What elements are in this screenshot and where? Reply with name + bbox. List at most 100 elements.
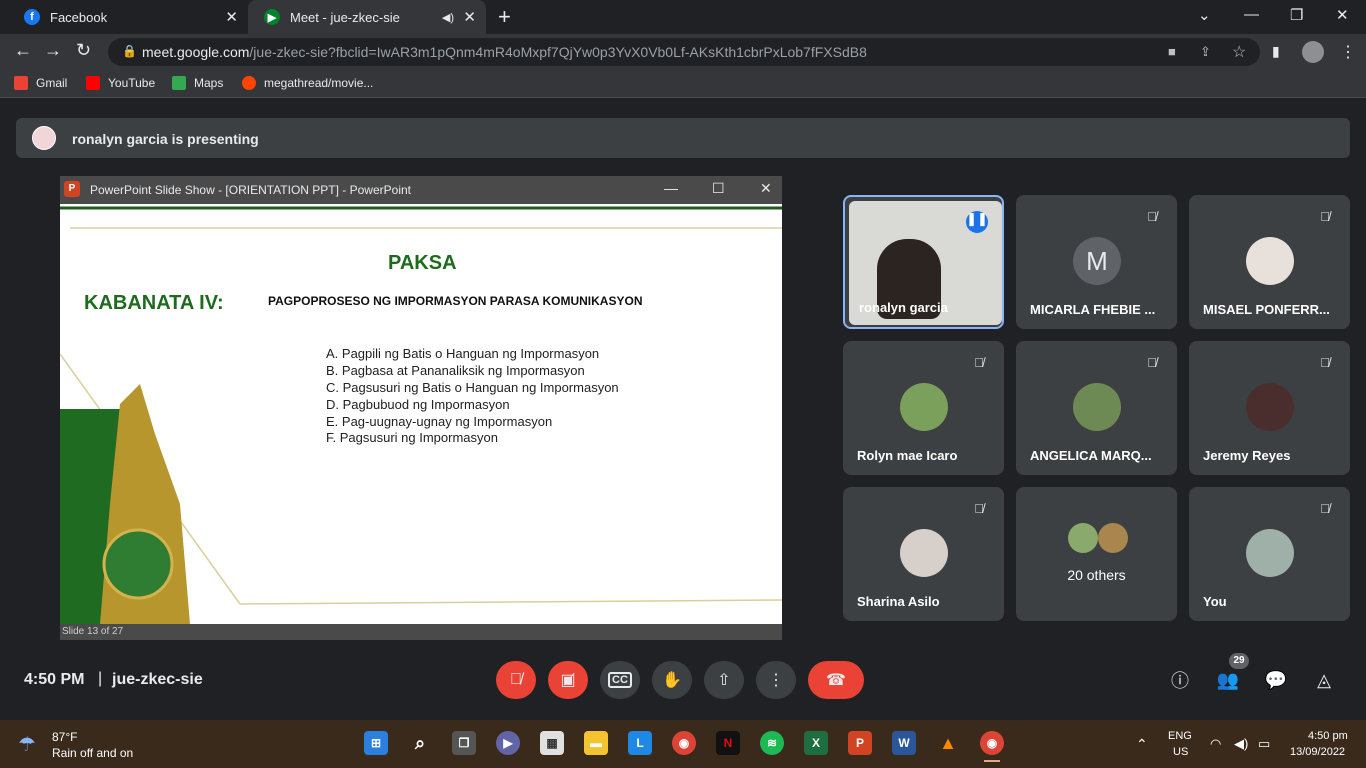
ppt-window-title: PowerPoint Slide Show - [ORIENTATION PPT…: [90, 183, 411, 197]
chat-icon[interactable]: 💬: [1264, 668, 1288, 692]
slide-chapter: KABANATA IV:: [84, 292, 224, 314]
participant-tile[interactable]: ❚❚ ronalyn garcia: [843, 195, 1004, 329]
present-button[interactable]: ⇧: [704, 661, 744, 699]
mic-toggle-button[interactable]: 🎙̸: [496, 661, 536, 699]
mic-off-icon: 🎙̸: [974, 355, 984, 370]
close-tab-icon[interactable]: ✕: [463, 8, 476, 26]
lock-icon[interactable]: 🔒: [122, 44, 137, 58]
avatar: [1246, 529, 1294, 577]
maximize-button[interactable]: ❐: [1290, 6, 1303, 24]
mic-off-icon: 🎙̸: [1320, 209, 1330, 224]
chrome-menu-icon[interactable]: ⋮: [1340, 42, 1356, 62]
side-panel-icon[interactable]: ▮: [1272, 43, 1280, 60]
ppt-close-icon: ✕: [760, 180, 772, 196]
word-icon[interactable]: W: [892, 731, 916, 755]
people-count-badge: 29: [1229, 653, 1249, 669]
task-view-icon[interactable]: ❐: [452, 731, 476, 755]
more-vert-icon: ⋮: [768, 672, 784, 689]
leave-call-button[interactable]: ☎: [808, 661, 864, 699]
speaking-indicator-icon: ❚❚: [966, 211, 988, 233]
bookmark-gmail[interactable]: Gmail: [14, 76, 67, 90]
chrome-icon[interactable]: ◉: [980, 731, 1004, 755]
wifi-icon[interactable]: ◠: [1210, 736, 1221, 752]
taskbar-time[interactable]: 4:50 pm: [1308, 730, 1348, 742]
bookmark-reddit[interactable]: megathread/movie...: [242, 76, 373, 90]
others-count: 20 others: [1067, 567, 1126, 583]
participant-tile[interactable]: 🎙̸ Jeremy Reyes: [1189, 341, 1350, 475]
tab-meet[interactable]: ▶ Meet - jue-zkec-sie ◀) ✕: [248, 0, 486, 34]
file-explorer-icon[interactable]: ▬: [584, 731, 608, 755]
volume-icon[interactable]: ◀): [1234, 736, 1248, 752]
ppt-minimize-icon: —: [664, 180, 678, 196]
weather-desc[interactable]: Rain off and on: [52, 746, 133, 760]
excel-icon[interactable]: X: [804, 731, 828, 755]
language-indicator[interactable]: ENG: [1168, 730, 1192, 742]
participant-tile[interactable]: 🎙̸ ANGELICA MARQ...: [1016, 341, 1177, 475]
netflix-icon[interactable]: N: [716, 731, 740, 755]
google-meet-icon: ▶: [264, 9, 280, 25]
close-window-button[interactable]: ✕: [1336, 6, 1349, 24]
profile-avatar[interactable]: [1302, 41, 1324, 63]
mic-off-icon: 🎙̸: [974, 501, 984, 516]
show-hidden-icons[interactable]: ⌃: [1136, 736, 1148, 753]
reload-icon[interactable]: ↻: [76, 40, 91, 61]
separator: |: [98, 670, 103, 687]
reddit-icon: [242, 76, 256, 90]
avatar: [1098, 523, 1128, 553]
participant-tile[interactable]: 🎙̸ Rolyn mae Icaro: [843, 341, 1004, 475]
url-text[interactable]: meet.google.com/jue-zkec-sie?fbclid=IwAR…: [142, 44, 867, 60]
participant-name: Jeremy Reyes: [1203, 448, 1291, 463]
bookmark-maps[interactable]: Maps: [172, 76, 223, 90]
chat-app-icon[interactable]: ▶: [496, 731, 520, 755]
people-icon[interactable]: 👥: [1216, 668, 1240, 692]
more-options-button[interactable]: ⋮: [756, 661, 796, 699]
spotify-icon[interactable]: ≋: [760, 731, 784, 755]
region-indicator[interactable]: US: [1173, 746, 1188, 758]
new-tab-button[interactable]: +: [498, 4, 511, 30]
camera-in-use-icon[interactable]: ■: [1168, 44, 1176, 59]
captions-button[interactable]: CC: [600, 661, 640, 699]
avatar: [1073, 383, 1121, 431]
forward-icon[interactable]: →: [44, 40, 62, 61]
minimize-button[interactable]: —: [1244, 6, 1259, 23]
powerpoint-icon[interactable]: P: [848, 731, 872, 755]
close-tab-icon[interactable]: ✕: [225, 8, 238, 26]
presentation-stream[interactable]: P PowerPoint Slide Show - [ORIENTATION P…: [60, 176, 782, 640]
bookmark-youtube[interactable]: YouTube: [86, 76, 155, 90]
powerpoint-icon: P: [64, 181, 80, 197]
participant-tile[interactable]: 🎙̸ MISAEL PONFERR...: [1189, 195, 1350, 329]
bookmark-star-icon[interactable]: ☆: [1232, 42, 1246, 62]
search-icon[interactable]: ⌕: [408, 731, 432, 755]
maps-icon: [172, 76, 186, 90]
tab-search-icon[interactable]: ⌄: [1198, 6, 1211, 24]
back-icon[interactable]: ←: [14, 40, 32, 61]
raise-hand-button[interactable]: ✋: [652, 661, 692, 699]
slide-list-item: D. Pagbubuod ng Impormasyon: [326, 397, 510, 412]
store-icon[interactable]: ▦: [540, 731, 564, 755]
chrome-icon[interactable]: ◉: [672, 731, 696, 755]
participant-tile-self[interactable]: 🎙̸ You: [1189, 487, 1350, 621]
start-icon[interactable]: ⊞: [364, 731, 388, 755]
slide-list-item: B. Pagbasa at Pananaliksik ng Impormasyo…: [326, 363, 585, 378]
tab-facebook[interactable]: f Facebook ✕: [8, 0, 248, 34]
vlc-icon[interactable]: ▲: [936, 731, 960, 755]
taskbar-date[interactable]: 13/09/2022: [1290, 746, 1345, 758]
camera-toggle-button[interactable]: ▣̸: [548, 661, 588, 699]
speaker-icon[interactable]: ◀): [442, 11, 454, 24]
participant-tile-others[interactable]: 20 others: [1016, 487, 1177, 621]
weather-temp[interactable]: 87°F: [52, 730, 77, 744]
slide-subheading: PAGPOPROSESO NG IMPORMASYON PARASA KOMUN…: [268, 294, 643, 308]
mic-off-icon: 🎙̸: [1320, 501, 1330, 516]
meeting-info-icon[interactable]: ⓘ: [1168, 668, 1192, 692]
share-icon[interactable]: ⇪: [1200, 44, 1211, 60]
l-app-icon[interactable]: L: [628, 731, 652, 755]
participant-tile[interactable]: 🎙̸ M MICARLA FHEBIE ...: [1016, 195, 1177, 329]
weather-icon[interactable]: ☂: [18, 732, 36, 757]
participant-name: MISAEL PONFERR...: [1203, 302, 1330, 317]
slide-list-item: A. Pagpili ng Batis o Hanguan ng Imporma…: [326, 346, 600, 361]
battery-icon[interactable]: ▭: [1258, 736, 1270, 752]
active-app-indicator: [984, 760, 1000, 762]
activities-icon[interactable]: ◬: [1312, 668, 1336, 692]
participant-tile[interactable]: 🎙̸ Sharina Asilo: [843, 487, 1004, 621]
facebook-icon: f: [24, 9, 40, 25]
